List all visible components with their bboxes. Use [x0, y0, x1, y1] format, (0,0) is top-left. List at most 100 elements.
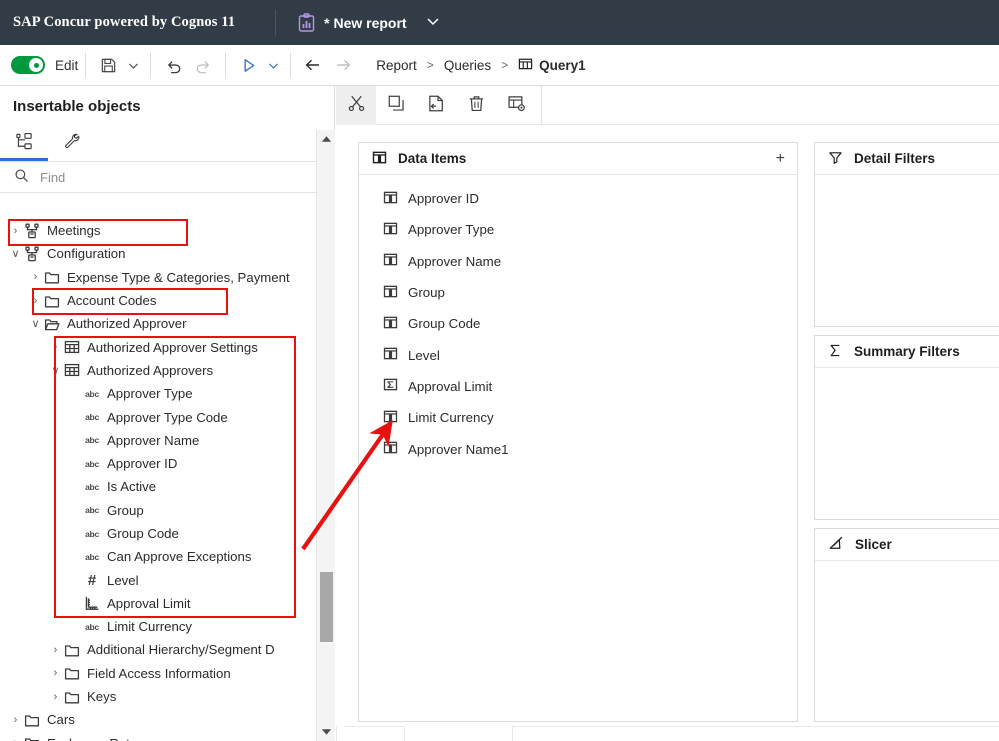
edit-toggle[interactable]: Edit — [0, 56, 78, 74]
data-item-label: Approver Type — [408, 222, 495, 238]
tree-node-approver-id[interactable]: abc Approver ID — [0, 452, 316, 475]
triangle-up-icon[interactable] — [317, 130, 336, 148]
chevron-right-icon[interactable]: › — [9, 737, 22, 741]
undo-icon[interactable] — [158, 50, 188, 80]
tree-node-label: Exchange Rates — [47, 736, 144, 741]
tree-node-approver-type[interactable]: abc Approver Type — [0, 382, 316, 405]
tree-node-account-codes[interactable]: › Account Codes — [0, 289, 316, 312]
chevron-down-icon[interactable] — [425, 13, 441, 32]
panel-title: Insertable objects — [13, 98, 141, 115]
tree-node-limit-currency[interactable]: abc Limit Currency — [0, 615, 316, 638]
breadcrumb: Report > Queries > Query1 — [376, 56, 585, 74]
tree-node-level[interactable]: # Level — [0, 568, 316, 591]
tree-node-group-code[interactable]: abc Group Code — [0, 522, 316, 545]
copy-button[interactable] — [376, 86, 416, 125]
chevron-right-icon[interactable]: › — [49, 691, 62, 703]
chevron-right-icon[interactable]: › — [49, 341, 62, 353]
data-items-list[interactable]: Approver ID Approver Type Approver Name … — [359, 175, 797, 465]
frame-line — [512, 726, 999, 727]
chevron-right-icon[interactable]: › — [49, 667, 62, 679]
save-options-chevron-down-icon[interactable] — [123, 50, 143, 80]
chevron-right-icon[interactable]: › — [29, 271, 42, 283]
tree-scrollbar-thumb[interactable] — [320, 572, 333, 642]
table-icon — [62, 362, 82, 378]
tree-node-authorized-approver[interactable]: ∨ Authorized Approver — [0, 312, 316, 335]
chevron-right-icon[interactable]: › — [29, 295, 42, 307]
frame-line — [404, 726, 405, 741]
tree-node-configuration[interactable]: ∨ Configuration — [0, 242, 316, 265]
tree-node-label: Level — [107, 572, 139, 588]
tree-node-additional-hierarchy-segment-d[interactable]: › Additional Hierarchy/Segment D — [0, 638, 316, 661]
abc-icon: abc — [85, 388, 99, 399]
summary-sigma-icon — [383, 377, 398, 395]
tree-node-expense-type-categories-payment[interactable]: › Expense Type & Categories, Payment — [0, 266, 316, 289]
toolbox-tab[interactable] — [48, 127, 96, 161]
tree-node-approver-name[interactable]: abc Approver Name — [0, 429, 316, 452]
data-item-label: Approver Name — [408, 253, 502, 269]
slicer-title: Slicer — [855, 537, 892, 552]
tree-node-group[interactable]: abc Group — [0, 499, 316, 522]
tree-node-label: Group Code — [107, 526, 179, 541]
chevron-down-icon[interactable]: ∨ — [9, 247, 22, 260]
triangle-down-icon[interactable] — [317, 723, 336, 741]
run-play-icon[interactable] — [233, 50, 263, 80]
query-toolbar — [336, 85, 999, 125]
tree-node-label: Keys — [87, 689, 117, 705]
measure-icon — [82, 595, 102, 611]
namespace-icon — [22, 223, 42, 239]
data-item-row[interactable]: Approver ID — [359, 183, 797, 214]
tree-scrollbar[interactable] — [316, 130, 335, 741]
data-items-header: Data Items + — [359, 143, 797, 175]
breadcrumb-current[interactable]: Query1 — [518, 56, 586, 74]
delete-button[interactable] — [456, 86, 496, 125]
main-toolbar: Edit Report > Queries > Query1 — [0, 45, 999, 86]
data-item-row[interactable]: Approver Name — [359, 246, 797, 277]
tree-node-field-access-information[interactable]: › Field Access Information — [0, 662, 316, 685]
tree-node-authorized-approver-settings[interactable]: › Authorized Approver Settings — [0, 335, 316, 358]
chevron-right-icon[interactable]: › — [49, 644, 62, 656]
data-item-icon — [372, 150, 387, 168]
breadcrumb-report[interactable]: Report — [376, 58, 417, 73]
tree-node-authorized-approvers[interactable]: ∨ Authorized Approvers — [0, 359, 316, 382]
edit-toggle-switch[interactable] — [11, 56, 45, 74]
summary-filters-panel: Summary Filters — [814, 335, 999, 520]
source-tree-tab[interactable] — [0, 127, 48, 161]
tree-node-can-approve-exceptions[interactable]: abc Can Approve Exceptions — [0, 545, 316, 568]
chevron-right-icon[interactable]: › — [9, 714, 22, 726]
run-options-chevron-down-icon[interactable] — [263, 50, 283, 80]
paste-button[interactable] — [416, 86, 456, 125]
properties-button[interactable] — [496, 86, 536, 125]
tree-node-approval-limit[interactable]: Approval Limit — [0, 592, 316, 615]
tree-node-is-active[interactable]: abc Is Active — [0, 475, 316, 498]
search-input[interactable]: Find — [40, 170, 65, 185]
breadcrumb-queries[interactable]: Queries — [444, 58, 491, 73]
data-item-row[interactable]: Approver Name1 — [359, 433, 797, 464]
report-icon — [298, 13, 315, 32]
tree-node-keys[interactable]: › Keys — [0, 685, 316, 708]
data-item-row[interactable]: Group — [359, 277, 797, 308]
tree-node-meetings[interactable]: › Meetings — [0, 219, 316, 242]
data-item-row[interactable]: Group Code — [359, 308, 797, 339]
find-input-row[interactable]: Find — [0, 162, 334, 193]
tree-node-cars[interactable]: › Cars — [0, 708, 316, 731]
data-item-row[interactable]: Approver Type — [359, 214, 797, 245]
chevron-down-icon[interactable]: ∨ — [49, 364, 62, 377]
chevron-down-icon[interactable]: ∨ — [29, 317, 42, 330]
data-item-row[interactable]: Level — [359, 339, 797, 370]
cut-button[interactable] — [336, 85, 376, 125]
data-item-row[interactable]: Approval Limit — [359, 371, 797, 402]
filter-funnel-icon — [828, 150, 843, 168]
data-item-row[interactable]: Limit Currency — [359, 402, 797, 433]
source-tree[interactable]: › Meetings ∨ Configuration › Expense Type … — [0, 216, 316, 741]
data-item-label: Approver Name1 — [408, 441, 509, 457]
detail-filters-title: Detail Filters — [854, 151, 936, 166]
save-icon[interactable] — [93, 50, 123, 80]
tree-node-label: Account Codes — [67, 293, 157, 309]
folder-icon — [62, 642, 82, 658]
arrow-left-icon[interactable] — [298, 50, 328, 80]
chevron-right-icon[interactable]: › — [9, 225, 22, 237]
plus-icon[interactable]: + — [776, 150, 785, 168]
tree-node-label: Is Active — [107, 479, 157, 495]
tree-node-approver-type-code[interactable]: abc Approver Type Code — [0, 405, 316, 428]
tree-node-exchange-rates[interactable]: › Exchange Rates — [0, 732, 316, 741]
